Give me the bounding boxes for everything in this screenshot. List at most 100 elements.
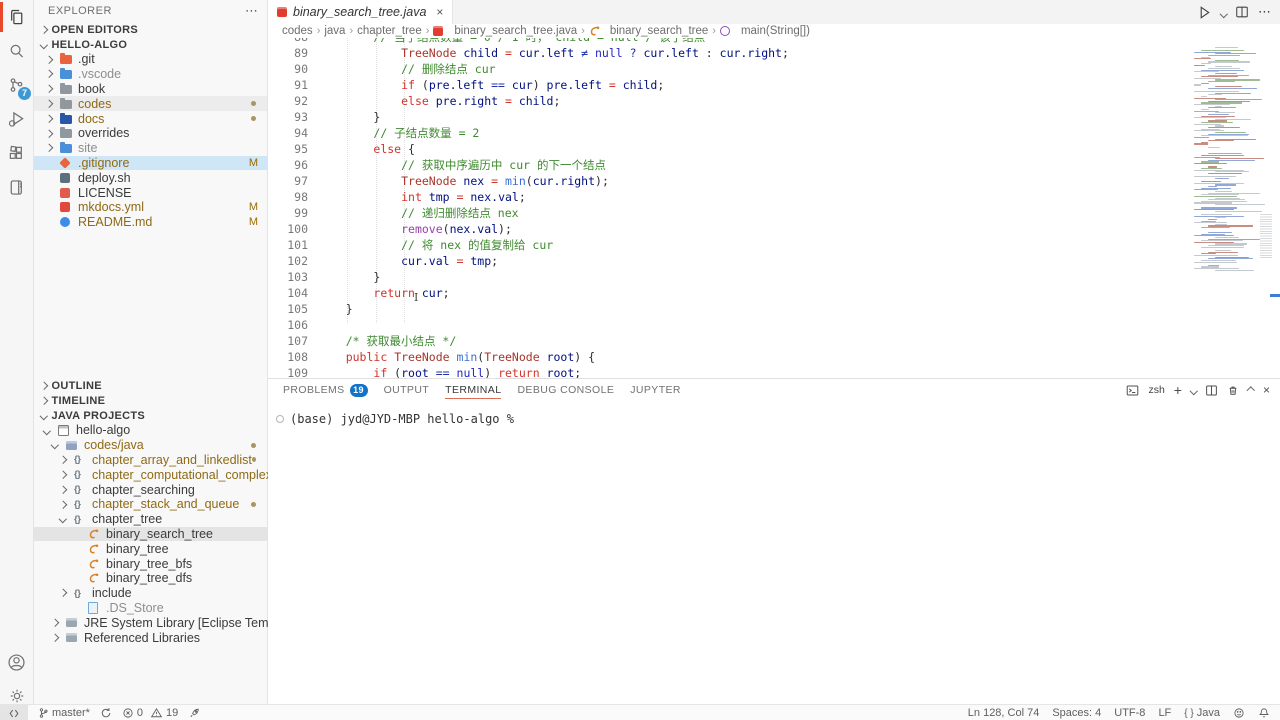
line-number[interactable]: 105 — [268, 301, 308, 317]
kill-terminal-icon[interactable] — [1227, 384, 1239, 397]
line-number[interactable]: 88 — [268, 38, 308, 45]
run-dropdown-chevron-icon[interactable] — [1221, 3, 1227, 21]
workspace-root-section[interactable]: HELLO-ALGO — [34, 37, 267, 52]
indentation-status[interactable]: Spaces: 4 — [1052, 705, 1101, 720]
java-project-item[interactable]: codes/java — [34, 438, 267, 453]
tab-close-icon[interactable]: × — [436, 5, 443, 19]
line-number[interactable]: 93 — [268, 109, 308, 125]
explorer-file-item[interactable]: mkdocs.ymlM — [34, 200, 267, 215]
java-project-item[interactable]: Referenced Libraries — [34, 630, 267, 645]
line-number[interactable]: 99 — [268, 205, 308, 221]
explorer-file-item[interactable]: .vscode — [34, 67, 267, 82]
panel-tab-output[interactable]: OUTPUT — [384, 379, 430, 401]
java-project-item[interactable]: {}include — [34, 586, 267, 601]
code-line[interactable]: // 子结点数量 = 2 — [318, 125, 789, 141]
line-number[interactable]: 95 — [268, 141, 308, 157]
code-line[interactable]: // 获取中序遍历中 cur 的下一个结点 — [318, 157, 789, 173]
outline-section[interactable]: OUTLINE — [34, 378, 267, 393]
code-line[interactable]: remove(nex.val); — [318, 221, 789, 237]
java-project-item[interactable]: binary_tree_dfs — [34, 571, 267, 586]
breadcrumb-item[interactable]: main(String[]) — [720, 25, 810, 37]
code-line[interactable]: TreeNode nex = min(cur.right); — [318, 173, 789, 189]
code-editor[interactable]: 8889909192939495969798991001011021031041… — [268, 38, 1280, 378]
minimap[interactable] — [1190, 45, 1266, 370]
code-line[interactable]: else pre.right = child; — [318, 93, 789, 109]
code-line[interactable]: // 当子结点数量 = 0 / 1 时， child = null / 该子结点 — [318, 38, 789, 45]
notifications-status[interactable] — [1258, 705, 1270, 720]
terminal-content[interactable]: (base) jyd@JYD-MBP hello-algo % — [276, 412, 1280, 426]
line-number[interactable]: 89 — [268, 45, 308, 61]
eol-status[interactable]: LF — [1158, 705, 1171, 720]
java-project-item[interactable]: .DS_Store — [34, 601, 267, 616]
explorer-file-item[interactable]: site — [34, 141, 267, 156]
code-line[interactable]: else { — [318, 141, 789, 157]
java-project-item[interactable]: hello-algo — [34, 423, 267, 438]
code-line[interactable]: } — [318, 269, 789, 285]
git-branch-status[interactable]: master* — [38, 705, 90, 720]
java-project-item[interactable]: {}chapter_array_and_linkedlist — [34, 453, 267, 468]
explorer-file-item[interactable]: LICENSE — [34, 185, 267, 200]
explorer-file-item[interactable]: overrides — [34, 126, 267, 141]
code-line[interactable]: if (pre.left == cur) pre.left = child; — [318, 77, 789, 93]
explorer-file-item[interactable]: deploy.sh — [34, 170, 267, 185]
line-number[interactable]: 104 — [268, 285, 308, 301]
run-debug-activity-button[interactable] — [0, 102, 33, 136]
line-number[interactable]: 101 — [268, 237, 308, 253]
source-control-activity-button[interactable]: 7 — [0, 68, 33, 102]
code-line[interactable]: public TreeNode min(TreeNode root) { — [318, 349, 789, 365]
java-projects-section[interactable]: JAVA PROJECTS — [34, 408, 267, 423]
java-project-item[interactable]: JRE System Library [Eclipse Temurin 17 [… — [34, 615, 267, 630]
line-number[interactable]: 98 — [268, 189, 308, 205]
line-number[interactable]: 96 — [268, 157, 308, 173]
line-number[interactable]: 103 — [268, 269, 308, 285]
java-project-item[interactable]: binary_tree_bfs — [34, 556, 267, 571]
panel-tab-jupyter[interactable]: JUPYTER — [630, 379, 681, 401]
encoding-status[interactable]: UTF-8 — [1114, 705, 1145, 720]
explorer-file-item[interactable]: .git — [34, 52, 267, 67]
panel-tab-problems[interactable]: PROBLEMS19 — [283, 379, 368, 401]
code-line[interactable]: TreeNode child = cur.left ≠ null ? cur.l… — [318, 45, 789, 61]
cursor-position-status[interactable]: Ln 128, Col 74 — [968, 705, 1040, 720]
line-number[interactable]: 90 — [268, 61, 308, 77]
breadcrumb-item[interactable]: binary_search_tree — [589, 25, 708, 37]
code-line[interactable]: // 递归删除结点 nex — [318, 205, 789, 221]
problems-status[interactable]: 0 19 — [122, 705, 178, 720]
maximize-panel-icon[interactable] — [1248, 384, 1254, 396]
tab-binary-search-tree[interactable]: binary_search_tree.java × — [268, 0, 453, 24]
line-number[interactable]: 102 — [268, 253, 308, 269]
breadcrumb-item[interactable]: binary_search_tree.java — [433, 25, 577, 37]
notebook-activity-button[interactable] — [0, 170, 33, 204]
editor-gutter[interactable]: 8889909192939495969798991001011021031041… — [268, 38, 308, 378]
sync-status[interactable] — [100, 705, 112, 720]
explorer-file-item[interactable]: book — [34, 82, 267, 97]
explorer-file-item[interactable]: .gitignoreM — [34, 156, 267, 171]
line-number[interactable]: 92 — [268, 93, 308, 109]
line-number[interactable]: 109 — [268, 365, 308, 378]
terminal-dropdown-chevron-icon[interactable] — [1191, 384, 1197, 396]
line-number[interactable]: 100 — [268, 221, 308, 237]
panel-tab-terminal[interactable]: TERMINAL — [445, 379, 501, 401]
explorer-file-item[interactable]: README.mdM — [34, 215, 267, 230]
breadcrumb-item[interactable]: chapter_tree — [357, 25, 422, 37]
line-number[interactable]: 91 — [268, 77, 308, 93]
java-project-item[interactable]: {}chapter_tree — [34, 512, 267, 527]
line-number[interactable]: 107 — [268, 333, 308, 349]
code-line[interactable]: cur.val = tmp; — [318, 253, 789, 269]
breadcrumb-item[interactable]: codes — [282, 25, 313, 37]
more-actions-icon[interactable]: ⋯ — [1258, 4, 1272, 20]
line-number[interactable]: 108 — [268, 349, 308, 365]
explorer-more-actions-icon[interactable]: ⋯ — [245, 3, 259, 19]
code-line[interactable]: return cur; — [318, 285, 789, 301]
explorer-file-item[interactable]: docs — [34, 111, 267, 126]
close-panel-icon[interactable]: × — [1263, 383, 1270, 397]
new-terminal-icon[interactable]: + — [1174, 382, 1182, 398]
extensions-activity-button[interactable] — [0, 136, 33, 170]
breadcrumb-item[interactable]: java — [324, 25, 345, 37]
code-line[interactable]: if (root == null) return root; — [318, 365, 789, 378]
split-terminal-icon[interactable] — [1205, 384, 1218, 397]
code-line[interactable]: // 将 nex 的值复制给 cur — [318, 237, 789, 253]
panel-tab-debug-console[interactable]: DEBUG CONSOLE — [517, 379, 614, 401]
code-line[interactable]: } — [318, 301, 789, 317]
account-button[interactable] — [0, 645, 33, 679]
code-line[interactable] — [318, 317, 789, 333]
